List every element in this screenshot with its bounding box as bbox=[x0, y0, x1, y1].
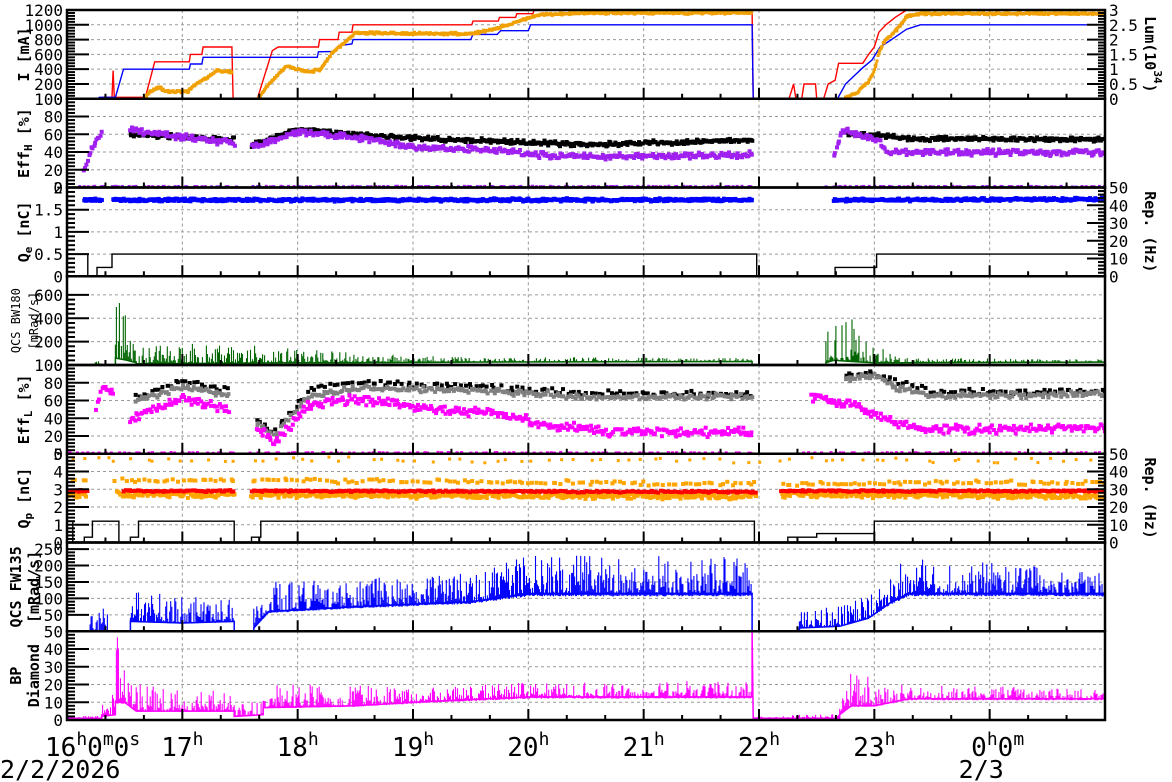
luminosity-point bbox=[873, 68, 877, 71]
eff-h-purple-point bbox=[864, 133, 869, 137]
rep-e-black-series bbox=[67, 253, 1105, 277]
y-tick-label: 20 bbox=[44, 161, 63, 180]
right-tick-label: 30 bbox=[1109, 214, 1128, 233]
eff-h-purple-series bbox=[81, 125, 1105, 173]
eff-h-black-point bbox=[232, 135, 236, 140]
panel-charge-e: 00.511.52Qe [nC]01020304050Rep. (Hz) bbox=[15, 179, 1160, 287]
y-tick-label: 60 bbox=[44, 125, 63, 144]
current-blue-line bbox=[67, 24, 1105, 99]
label-text: ) bbox=[1142, 84, 1160, 93]
right-tick-label: 0 bbox=[1109, 267, 1119, 286]
eff-h-purple-point bbox=[338, 131, 343, 136]
eff-h-purple-point bbox=[985, 147, 990, 152]
label-text: Lum(10 bbox=[1142, 16, 1160, 70]
eff-h-purple-point bbox=[835, 145, 839, 150]
luminosity-point bbox=[874, 65, 878, 68]
qe-blue-series bbox=[82, 195, 1105, 204]
eff-h-purple-point bbox=[727, 150, 731, 155]
series-group bbox=[67, 10, 1105, 99]
series-group bbox=[78, 125, 1105, 188]
y-tick-label: 1 bbox=[53, 223, 63, 242]
eff-h-purple-point bbox=[367, 140, 372, 145]
series-group bbox=[67, 303, 1105, 365]
panel-current: 020040060080010001200I [mA]00.511.522.53… bbox=[15, 1, 1165, 109]
label-text: Q bbox=[15, 253, 33, 262]
right-axis-label: Lum(1034) bbox=[1142, 16, 1165, 92]
luminosity-point bbox=[328, 54, 332, 58]
label-text: [%] bbox=[15, 108, 33, 144]
eff-h-purple-point bbox=[177, 132, 182, 137]
luminosity-point bbox=[875, 59, 879, 63]
y-tick-label: 100 bbox=[34, 90, 63, 109]
eff-h-purple-point bbox=[139, 127, 144, 132]
eff-h-purple-point bbox=[749, 152, 754, 157]
panel-qcs-bw180: 0200400600QCS BW180 [mRad/s] bbox=[9, 275, 1107, 375]
label-text: Rep. (Hz) bbox=[1142, 191, 1160, 272]
eff-h-purple-point bbox=[991, 147, 996, 152]
label-text: I [mA] bbox=[15, 27, 33, 81]
eff-h-purple-point bbox=[291, 129, 296, 134]
y-tick-label: 0.5 bbox=[34, 245, 63, 264]
y-axis-label: I [mA] bbox=[15, 27, 33, 81]
eff-h-purple-point bbox=[832, 151, 837, 156]
eff-h-purple-point bbox=[213, 138, 218, 143]
luminosity-point bbox=[230, 70, 234, 74]
superscript: 34 bbox=[1151, 70, 1164, 84]
eff-h-purple-point bbox=[945, 147, 950, 152]
bw180-green-series bbox=[67, 303, 1105, 365]
y-tick-label: 40 bbox=[44, 143, 63, 162]
luminosity-point bbox=[874, 62, 878, 66]
luminosity-point bbox=[880, 45, 884, 48]
eff-h-purple-point bbox=[292, 133, 297, 138]
y-tick-label: 1200 bbox=[24, 1, 63, 20]
subscript: H bbox=[22, 144, 35, 151]
eff-h-purple-point bbox=[466, 149, 471, 154]
eff-h-purple-point bbox=[190, 133, 195, 138]
eff-h-purple-point bbox=[184, 132, 189, 137]
eff-h-purple-point bbox=[518, 148, 522, 152]
y-axis-label: EffH [%] bbox=[15, 108, 36, 178]
eff-h-purple-point bbox=[845, 126, 850, 131]
eff-h-black-point bbox=[502, 137, 507, 142]
y-tick-label: 80 bbox=[44, 108, 63, 127]
eff-h-purple-point bbox=[836, 139, 841, 144]
eff-h-purple-point bbox=[165, 130, 170, 135]
label-text: Eff bbox=[15, 151, 33, 178]
right-tick-label: 20 bbox=[1109, 232, 1128, 251]
eff-h-purple-point bbox=[98, 133, 103, 138]
y-tick-label: 2 bbox=[53, 179, 63, 198]
luminosity-series bbox=[144, 10, 1105, 99]
right-tick-label: 50 bbox=[1109, 179, 1128, 198]
eff-h-black-point bbox=[750, 138, 755, 143]
qe-blue-point bbox=[749, 197, 754, 202]
eff-h-purple-point bbox=[878, 138, 883, 143]
eff-h-purple-point bbox=[86, 158, 90, 163]
eff-h-purple-point bbox=[99, 129, 104, 134]
label-text: [nC] bbox=[15, 201, 33, 246]
y-tick-label: 0 bbox=[53, 267, 63, 286]
y-axis-label: Qe [nC] bbox=[15, 201, 36, 262]
rep-e-black-line bbox=[67, 253, 1105, 277]
eff-h-purple-point bbox=[93, 140, 98, 145]
qe-blue-point bbox=[99, 198, 104, 203]
right-axis-label: Rep. (Hz) bbox=[1142, 191, 1160, 272]
beam-monitor-chart: 020040060080010001200I [mA]00.511.522.53… bbox=[0, 1, 1165, 782]
y-tick-label: 1.5 bbox=[34, 201, 63, 220]
right-tick-label: 3 bbox=[1109, 1, 1119, 20]
current-blue-series bbox=[67, 24, 1105, 99]
eff-h-purple-point bbox=[84, 162, 89, 167]
eff-h-purple-point bbox=[232, 143, 237, 148]
right-tick-label: 40 bbox=[1109, 196, 1128, 215]
eff-h-purple-point bbox=[1015, 148, 1020, 153]
series-group bbox=[67, 195, 1105, 277]
eff-h-purple-point bbox=[494, 150, 499, 155]
eff-h-purple-point bbox=[537, 156, 542, 160]
right-tick-label: 10 bbox=[1109, 250, 1128, 269]
panel-eff-her: 020406080100EffH [%] bbox=[15, 90, 1107, 198]
